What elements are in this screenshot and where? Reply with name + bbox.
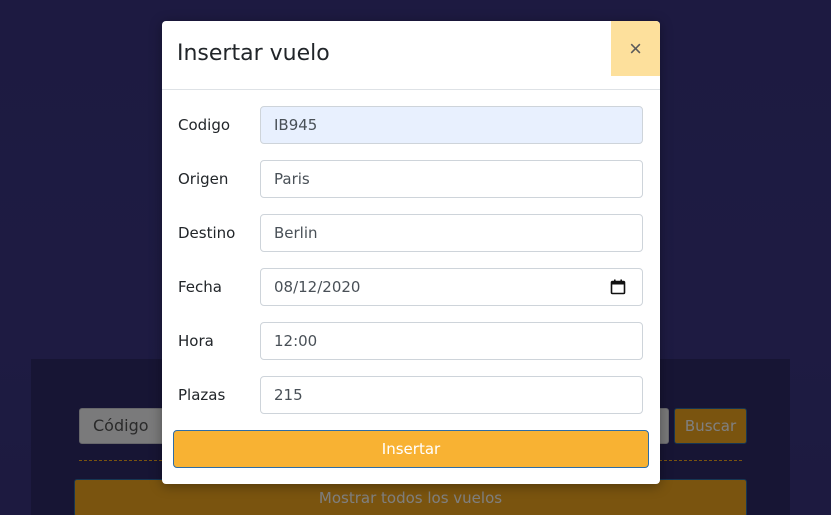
form-row-hora: Hora 12:00: [162, 322, 660, 360]
hora-field[interactable]: 12:00: [260, 322, 643, 360]
form-row-plazas: Plazas 215: [162, 376, 660, 414]
codigo-field[interactable]: IB945: [260, 106, 643, 144]
fecha-label: Fecha: [178, 278, 222, 296]
modal-title: Insertar vuelo: [177, 41, 330, 66]
form-row-fecha: Fecha 08/12/2020: [162, 268, 660, 306]
destino-label: Destino: [178, 224, 236, 242]
form-row-destino: Destino Berlin: [162, 214, 660, 252]
origen-label: Origen: [178, 170, 229, 188]
calendar-icon[interactable]: [610, 279, 626, 295]
form-row-codigo: Codigo IB945: [162, 106, 660, 144]
destino-field[interactable]: Berlin: [260, 214, 643, 252]
plazas-label: Plazas: [178, 386, 226, 404]
codigo-label: Codigo: [178, 116, 231, 134]
fecha-field[interactable]: 08/12/2020: [260, 268, 643, 306]
origen-field[interactable]: Paris: [260, 160, 643, 198]
hora-label: Hora: [178, 332, 214, 350]
close-icon: ×: [629, 36, 642, 61]
fecha-value: 08/12/2020: [274, 278, 361, 296]
modal-header: Insertar vuelo ×: [162, 21, 660, 90]
insertar-button[interactable]: Insertar: [173, 430, 649, 468]
plazas-field[interactable]: 215: [260, 376, 643, 414]
insert-flight-modal: Insertar vuelo × Codigo IB945 Origen Par…: [162, 21, 660, 484]
close-button[interactable]: ×: [611, 21, 660, 76]
form-row-origen: Origen Paris: [162, 160, 660, 198]
